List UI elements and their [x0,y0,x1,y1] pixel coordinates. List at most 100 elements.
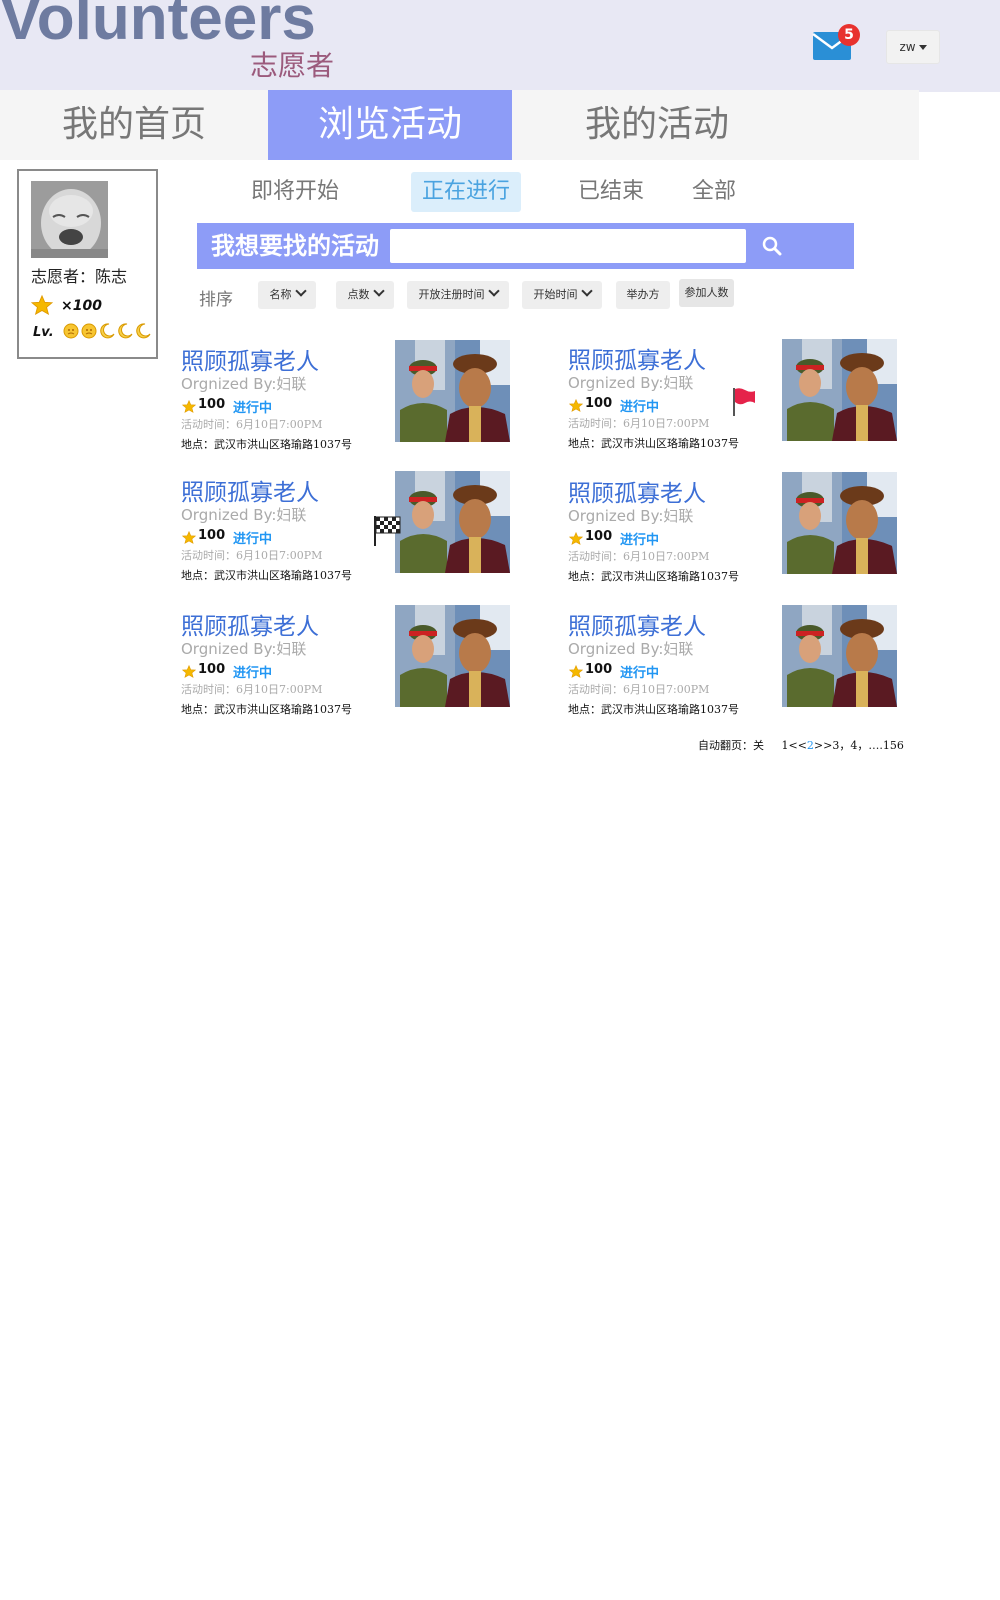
sort-by-name-button[interactable]: 名称 [258,281,316,309]
page-next[interactable]: >> [814,739,832,752]
activity-photo[interactable] [395,340,510,442]
tab-browse-activities[interactable]: 浏览活动 [268,90,512,160]
subtab-upcoming[interactable]: 即将开始 [240,172,350,212]
activity-place: 地点：武汉市洪山区珞瑜路1037号 [568,437,739,450]
activity-status: 进行中 [620,400,660,415]
activity-title[interactable]: 照顾孤寡老人 [181,607,319,641]
brand-subtitle: 志愿者 [250,49,335,82]
red-flag-icon[interactable] [732,387,756,421]
activity-card[interactable]: 照顾孤寡老人 Orgnized By:妇联 100 进行中 活动时间：6月10日7:00… [181,605,531,716]
sun-icon [81,323,97,339]
activity-card[interactable]: 照顾孤寡老人 Orgnized By:妇联 100 进行中 活动时间：6月10日7:00… [181,340,531,451]
activity-title[interactable]: 照顾孤寡老人 [568,341,706,375]
activity-card[interactable]: 照顾孤寡老人 Orgnized By:妇联 100 进行中活动时间：6月10日7:00… [181,471,531,582]
star-icon [181,398,197,417]
activity-status: 进行中 [620,666,660,681]
sort-by-points-button[interactable]: 点数 [336,281,394,309]
pagination: 自动翻页：关 1<<2>>3，4，….156 [698,737,904,753]
activity-card[interactable]: 照顾孤寡老人 Orgnized By:妇联 100 进行中活动时间：6月10日7:00… [568,605,918,716]
activity-card[interactable]: 照顾孤寡老人 Orgnized By:妇联 100 进行中 活动时间：6月10日7:00… [568,472,918,583]
moon-icon [118,323,133,339]
activity-points: 100 [585,662,613,677]
header: Volunteers 志愿者 5 zw [0,0,1000,92]
sort-by-start-time-label: 开始时间 [533,288,578,301]
activity-points: 100 [585,396,613,411]
activity-status: 进行中 [233,666,273,681]
points-count: ×100 [61,298,102,314]
activity-title[interactable]: 照顾孤寡老人 [568,474,706,508]
activity-points: 100 [198,397,226,412]
language-dropdown[interactable]: zw [886,30,940,64]
activity-time: 活动时间：6月10日7:00PM [181,418,323,431]
chevron-down-icon [487,285,500,297]
star-icon [181,529,197,548]
sun-icon [63,323,79,339]
chevron-down-icon [580,285,593,297]
sort-by-organizer-label: 举办方 [626,288,660,301]
volunteer-name: 志愿者：陈志 [31,267,128,286]
search-input[interactable] [390,229,746,263]
activity-title[interactable]: 照顾孤寡老人 [568,607,706,641]
star-icon [30,294,54,319]
activity-status: 进行中 [620,533,660,548]
activity-time: 活动时间：6月10日7:00PM [181,549,323,562]
activity-status: 进行中 [233,532,273,547]
sort-by-participants-label: 参加人数 [684,286,729,299]
subtab-all[interactable]: 全部 [684,172,744,212]
activity-photo[interactable] [782,605,897,707]
subtab-ended[interactable]: 已结束 [571,172,651,212]
sort-by-start-time-button[interactable]: 开始时间 [522,281,602,309]
brand-logo-text: Volunteers [0,0,316,53]
activity-time: 活动时间：6月10日7:00PM [568,683,710,696]
moon-icon [136,323,151,339]
activity-points: 100 [198,662,226,677]
sort-by-registration-time-button[interactable]: 开放注册时间 [407,281,509,309]
sort-by-name-label: 名称 [269,288,292,301]
moon-icon [100,323,115,339]
sort-label: 排序 [199,290,233,310]
sort-by-participants-button[interactable]: 参加人数 [679,279,734,307]
activity-title[interactable]: 照顾孤寡老人 [181,473,319,507]
activity-photo[interactable] [782,472,897,574]
avatar[interactable] [31,181,108,258]
sort-by-points-label: 点数 [347,288,370,301]
page-current: 2 [806,739,814,752]
activity-place: 地点：武汉市洪山区珞瑜路1037号 [181,569,352,582]
star-icon [568,397,584,416]
search-label: 我想要找的活动 [211,232,379,260]
caret-down-icon [918,45,927,50]
subtab-ongoing[interactable]: 正在进行 [411,172,521,212]
activity-photo[interactable] [395,471,510,573]
mail-count-badge: 5 [838,24,860,46]
tab-my-home[interactable]: 我的首页 [0,90,268,160]
activity-organizer: Orgnized By:妇联 [181,506,307,524]
activity-status: 进行中 [233,401,273,416]
activity-points: 100 [198,528,226,543]
level-icons [63,323,151,339]
checkered-flag-icon[interactable] [373,515,401,551]
activity-organizer: Orgnized By:妇联 [568,640,694,658]
activity-photo[interactable] [395,605,510,707]
activity-photo[interactable] [782,339,897,441]
sort-by-organizer-button[interactable]: 举办方 [616,281,670,309]
search-icon[interactable] [759,233,785,259]
level-label: Lv. [33,325,54,340]
chevron-down-icon [294,285,307,297]
page-prev[interactable]: << [788,739,806,752]
activity-time: 活动时间：6月10日7:00PM [181,683,323,696]
activity-organizer: Orgnized By:妇联 [568,374,694,392]
tab-my-activities[interactable]: 我的活动 [512,90,802,160]
chevron-down-icon [372,285,385,297]
page-rest[interactable]: 3，4，….156 [832,739,904,752]
activity-place: 地点：武汉市洪山区珞瑜路1037号 [181,438,352,451]
activity-organizer: Orgnized By:妇联 [568,507,694,525]
sort-by-registration-time-label: 开放注册时间 [418,288,485,301]
auto-page-toggle[interactable]: 自动翻页：关 [698,739,764,752]
activity-time: 活动时间：6月10日7:00PM [568,417,710,430]
star-icon [568,530,584,549]
activity-place: 地点：武汉市洪山区珞瑜路1037号 [568,703,739,716]
activity-place: 地点：武汉市洪山区珞瑜路1037号 [568,570,739,583]
activity-time: 活动时间：6月10日7:00PM [568,550,710,563]
profile-card: 志愿者：陈志 ×100 Lv. [17,169,158,359]
activity-title[interactable]: 照顾孤寡老人 [181,342,319,376]
